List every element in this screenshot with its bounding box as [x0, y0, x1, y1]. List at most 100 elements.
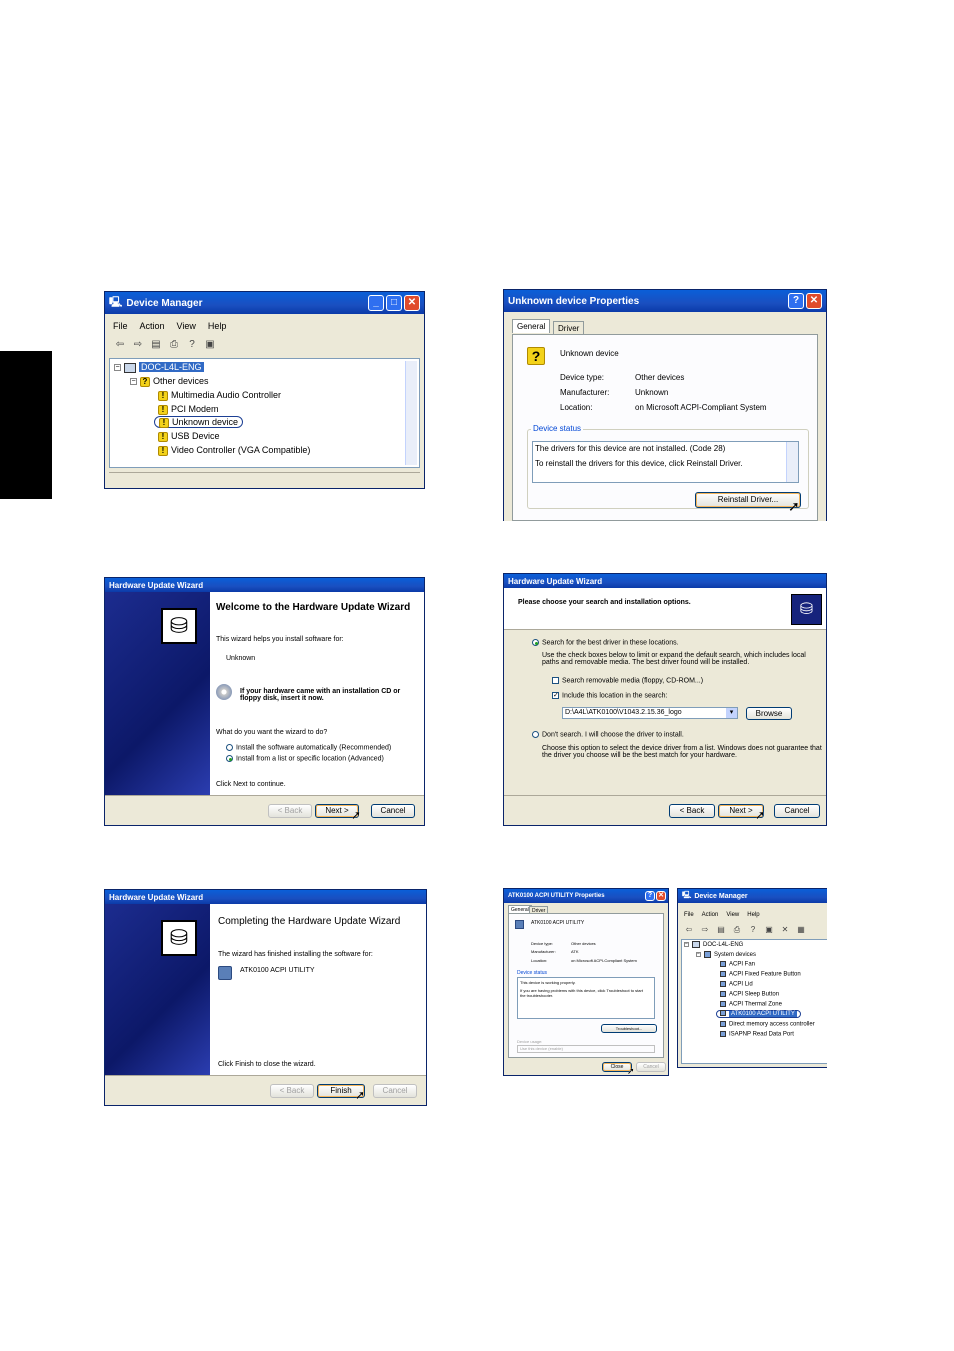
close-button[interactable]: ✕: [806, 293, 822, 309]
vertical-scrollbar[interactable]: [405, 361, 417, 465]
status-line: The drivers for this device are not inst…: [535, 444, 726, 453]
checkbox-icon[interactable]: [552, 677, 559, 684]
minimize-button[interactable]: _: [368, 295, 384, 311]
back-arrow-icon[interactable]: ⇦: [113, 339, 127, 351]
wizard-text: The wizard has finished installing the s…: [218, 951, 373, 958]
window-title: Unknown device Properties: [508, 295, 640, 307]
menu-view[interactable]: View: [726, 912, 739, 918]
tree-root[interactable]: − DOC-L4L-ENG: [114, 362, 204, 373]
option-dont-search[interactable]: Don't search. I will choose the driver t…: [532, 731, 684, 738]
system-device-icon: [704, 951, 711, 958]
tree-item[interactable]: ACPI Fan: [720, 961, 755, 968]
uninstall-icon[interactable]: ✕: [778, 924, 792, 936]
cancel-button[interactable]: Cancel: [371, 804, 415, 818]
menu-file[interactable]: File: [113, 321, 128, 331]
tab-general[interactable]: General: [512, 319, 551, 333]
field-label: Location:: [560, 403, 593, 412]
wizard-heading: Completing the Hardware Update Wizard: [218, 916, 401, 927]
device-status-label: Device status: [517, 970, 548, 976]
close-button[interactable]: ✕: [404, 295, 420, 311]
chevron-down-icon[interactable]: ▾: [726, 708, 737, 718]
troubleshoot-button[interactable]: Troubleshoot...: [601, 1024, 657, 1033]
close-button[interactable]: ✕: [656, 891, 666, 901]
title-bar: 🖳 Device Manager: [678, 889, 827, 903]
back-button[interactable]: < Back: [669, 804, 715, 818]
menu-help[interactable]: Help: [747, 912, 759, 918]
properties-icon[interactable]: ▤: [149, 339, 163, 351]
menu-action[interactable]: Action: [702, 912, 719, 918]
scan-hardware-icon[interactable]: ▣: [762, 924, 776, 936]
back-arrow-icon[interactable]: ⇦: [682, 924, 696, 936]
vertical-scrollbar[interactable]: [786, 442, 798, 482]
menu-view[interactable]: View: [177, 321, 196, 331]
tree-item[interactable]: ACPI Fixed Feature Button: [720, 971, 801, 978]
warning-icon: !: [159, 417, 169, 428]
wizard-footer: < Back Next > Cancel ➚: [504, 795, 826, 825]
device-usage-select[interactable]: Use this device (enable): [517, 1045, 655, 1053]
help-icon[interactable]: ?: [185, 339, 199, 351]
checkbox-checked-icon[interactable]: ✓: [552, 692, 559, 699]
tree-item[interactable]: Direct memory access controller: [720, 1021, 815, 1028]
back-button[interactable]: < Back: [268, 804, 312, 818]
help-button[interactable]: ?: [645, 891, 655, 901]
check-removable[interactable]: Search removable media (floppy, CD-ROM..…: [552, 677, 703, 684]
title-bar: Hardware Update Wizard: [504, 574, 826, 588]
field-value: ATK: [571, 949, 579, 954]
radio-icon[interactable]: [226, 744, 233, 751]
radio-selected-icon[interactable]: [532, 639, 539, 646]
question-icon: ?: [140, 376, 150, 387]
warning-icon: !: [158, 390, 168, 401]
continue-note: Click Next to continue.: [216, 781, 286, 788]
tree-root[interactable]: − DOC-L4L-ENG: [684, 941, 743, 948]
option-search[interactable]: Search for the best driver in these loca…: [532, 639, 679, 646]
scan-hardware-icon[interactable]: ▣: [203, 339, 217, 351]
cancel-button[interactable]: Cancel: [636, 1062, 666, 1072]
tree-group-other[interactable]: −? Other devices: [130, 376, 209, 387]
field-label: Device type:: [560, 373, 605, 382]
help-button[interactable]: ?: [788, 293, 804, 309]
cancel-button[interactable]: Cancel: [373, 1084, 417, 1098]
status-line: To reinstall the drivers for this device…: [535, 459, 743, 468]
wizard-content: Welcome to the Hardware Update Wizard Th…: [210, 592, 424, 795]
menu-action[interactable]: Action: [140, 321, 165, 331]
tree-item-unknown[interactable]: ! Unknown device: [154, 416, 244, 428]
maximize-button[interactable]: □: [386, 295, 402, 311]
tree-item-modem[interactable]: ! PCI Modem: [158, 404, 219, 415]
tree-item-video[interactable]: ! Video Controller (VGA Compatible): [158, 445, 310, 456]
tree-item-atk[interactable]: ATK0100 ACPI UTILITY: [716, 1009, 801, 1018]
cancel-button[interactable]: Cancel: [774, 804, 820, 818]
forward-arrow-icon[interactable]: ⇨: [698, 924, 712, 936]
tree-item[interactable]: ACPI Lid: [720, 981, 753, 988]
reinstall-driver-button[interactable]: Reinstall Driver...: [695, 492, 801, 508]
browse-button[interactable]: Browse: [746, 707, 792, 720]
tree-item[interactable]: ISAPNP Read Data Port: [720, 1031, 794, 1038]
tree-item[interactable]: ACPI Thermal Zone: [720, 1001, 782, 1008]
option-advanced[interactable]: Install from a list or specific location…: [226, 755, 384, 762]
field-label: Manufacturer:: [531, 949, 556, 954]
option-dont-search-desc: Choose this option to select the device …: [542, 745, 822, 759]
back-button[interactable]: < Back: [270, 1084, 314, 1098]
update-driver-icon[interactable]: ▦: [794, 924, 808, 936]
tree-group-system[interactable]: − System devices: [696, 951, 756, 958]
tree-item-usb[interactable]: ! USB Device: [158, 431, 220, 442]
device-tree: − DOC-L4L-ENG − System devices ACPI Fan AC…: [681, 939, 827, 1064]
print-icon[interactable]: ⎙: [167, 339, 181, 351]
menu-help[interactable]: Help: [208, 321, 227, 331]
tree-item-audio[interactable]: ! Multimedia Audio Controller: [158, 390, 281, 401]
tree-item[interactable]: ACPI Sleep Button: [720, 991, 779, 998]
radio-icon[interactable]: [532, 731, 539, 738]
location-combobox[interactable]: D:\A4L\ATK0100\V1043.2.15.36_logo ▾: [562, 707, 738, 719]
menu-file[interactable]: File: [684, 912, 694, 918]
help-icon[interactable]: ?: [746, 924, 760, 936]
radio-selected-icon[interactable]: [226, 755, 233, 762]
question-icon: ?: [527, 347, 545, 365]
check-location[interactable]: ✓ Include this location in the search:: [552, 692, 667, 699]
device-icon: [720, 1021, 726, 1027]
forward-arrow-icon[interactable]: ⇨: [131, 339, 145, 351]
tab-driver[interactable]: Driver: [553, 321, 585, 335]
option-automatic[interactable]: Install the software automatically (Reco…: [226, 744, 391, 751]
print-icon[interactable]: ⎙: [730, 924, 744, 936]
properties-icon[interactable]: ▤: [714, 924, 728, 936]
warning-icon: !: [158, 445, 168, 456]
hardware-wizard-icon: ⛁: [161, 920, 197, 956]
